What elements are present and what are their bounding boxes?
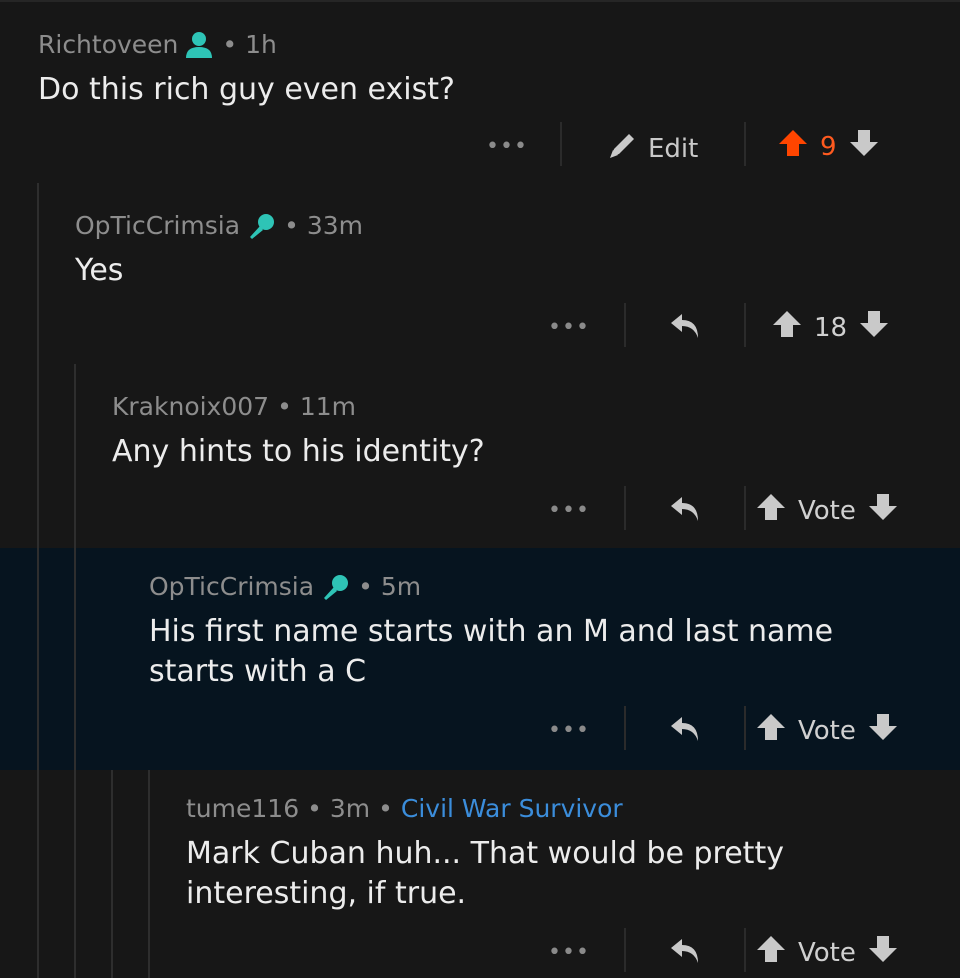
vote-controls: 9	[778, 128, 879, 165]
reply-icon[interactable]	[668, 936, 704, 970]
comment-opticcrimsia-1: OpTicCrimsia • 33m Yes ••• 18	[0, 183, 960, 364]
comment-time: 1h	[245, 30, 277, 59]
action-divider	[744, 486, 746, 530]
more-options-button[interactable]: •••	[548, 498, 590, 523]
action-divider	[744, 303, 746, 347]
action-divider	[624, 486, 626, 530]
upvote-icon[interactable]	[756, 934, 786, 971]
more-options-button[interactable]: •••	[548, 718, 590, 743]
author-name[interactable]: OpTicCrimsia	[75, 211, 240, 240]
comment-kraknoix007: Kraknoix007 • 11m Any hints to his ident…	[0, 364, 960, 548]
downvote-icon[interactable]	[868, 934, 898, 971]
action-divider	[744, 928, 746, 972]
downvote-icon[interactable]	[849, 128, 879, 165]
edit-label: Edit	[648, 133, 699, 164]
comment-time: 11m	[299, 392, 356, 421]
comment-tume116: tume116 • 3m • Civil War Survivor Mark C…	[0, 770, 960, 978]
action-divider	[744, 122, 746, 166]
comment-time: 3m	[329, 794, 371, 823]
meta-dot: •	[284, 211, 299, 240]
author-name[interactable]: Richtoveen	[38, 30, 178, 59]
comment-body: Any hints to his identity?	[112, 434, 485, 469]
downvote-icon[interactable]	[868, 712, 898, 749]
comment-opticcrimsia-2: OpTicCrimsia • 5m His first name starts …	[0, 548, 960, 770]
comment-actions: ••• 18	[0, 303, 960, 353]
meta-dot: •	[307, 794, 322, 823]
action-divider	[560, 122, 562, 166]
meta-dot: •	[358, 572, 373, 601]
author-name[interactable]: Kraknoix007	[112, 392, 269, 421]
more-options-button[interactable]: •••	[486, 134, 528, 159]
vote-controls: Vote	[756, 712, 898, 749]
reply-icon[interactable]	[668, 311, 704, 345]
comment-actions: ••• Vote	[0, 486, 960, 536]
comment-meta: OpTicCrimsia • 5m	[149, 572, 421, 601]
downvote-icon[interactable]	[868, 492, 898, 529]
score: 9	[820, 131, 837, 162]
score: 18	[814, 312, 848, 343]
action-divider	[624, 303, 626, 347]
more-options-button[interactable]: •••	[548, 315, 590, 340]
microphone-icon	[320, 573, 350, 601]
meta-dot: •	[378, 794, 393, 823]
vote-label: Vote	[798, 937, 856, 968]
comment-time: 5m	[380, 572, 422, 601]
comment-body: His first name starts with an M and last…	[149, 614, 834, 689]
downvote-icon[interactable]	[859, 309, 889, 346]
comment-body: Yes	[75, 253, 124, 288]
comment-body: Mark Cuban huh... That would be pretty i…	[186, 836, 784, 911]
edit-button[interactable]: Edit	[606, 128, 698, 169]
op-person-icon	[184, 31, 214, 59]
comment-meta: Richtoveen • 1h	[38, 30, 277, 59]
author-name[interactable]: tume116	[186, 794, 299, 823]
reply-icon[interactable]	[668, 714, 704, 748]
vote-label: Vote	[798, 715, 856, 746]
comment-richtoveen: Richtoveen • 1h Do this rich guy even ex…	[0, 0, 960, 183]
upvote-icon[interactable]	[772, 309, 802, 346]
comment-actions: ••• Edit 9	[0, 122, 960, 172]
more-options-button[interactable]: •••	[548, 940, 590, 965]
vote-label: Vote	[798, 495, 856, 526]
microphone-icon	[246, 212, 276, 240]
meta-dot: •	[222, 30, 238, 59]
meta-dot: •	[277, 392, 292, 421]
comment-meta: Kraknoix007 • 11m	[112, 392, 356, 421]
author-name[interactable]: OpTicCrimsia	[149, 572, 314, 601]
vote-controls: Vote	[756, 492, 898, 529]
comment-actions: ••• Vote	[0, 928, 960, 978]
action-divider	[624, 928, 626, 972]
comment-body: Do this rich guy even exist?	[38, 72, 455, 107]
vote-controls: Vote	[756, 934, 898, 971]
pencil-icon	[606, 128, 640, 169]
comment-meta: OpTicCrimsia • 33m	[75, 211, 363, 240]
comment-actions: ••• Vote	[0, 706, 960, 756]
action-divider	[624, 706, 626, 750]
upvote-icon[interactable]	[778, 128, 808, 165]
reply-icon[interactable]	[668, 494, 704, 528]
comment-meta: tume116 • 3m • Civil War Survivor	[186, 794, 623, 823]
comment-time: 33m	[306, 211, 363, 240]
vote-controls: 18	[772, 309, 889, 346]
upvote-icon[interactable]	[756, 492, 786, 529]
user-flair: Civil War Survivor	[400, 794, 623, 823]
action-divider	[744, 706, 746, 750]
upvote-icon[interactable]	[756, 712, 786, 749]
